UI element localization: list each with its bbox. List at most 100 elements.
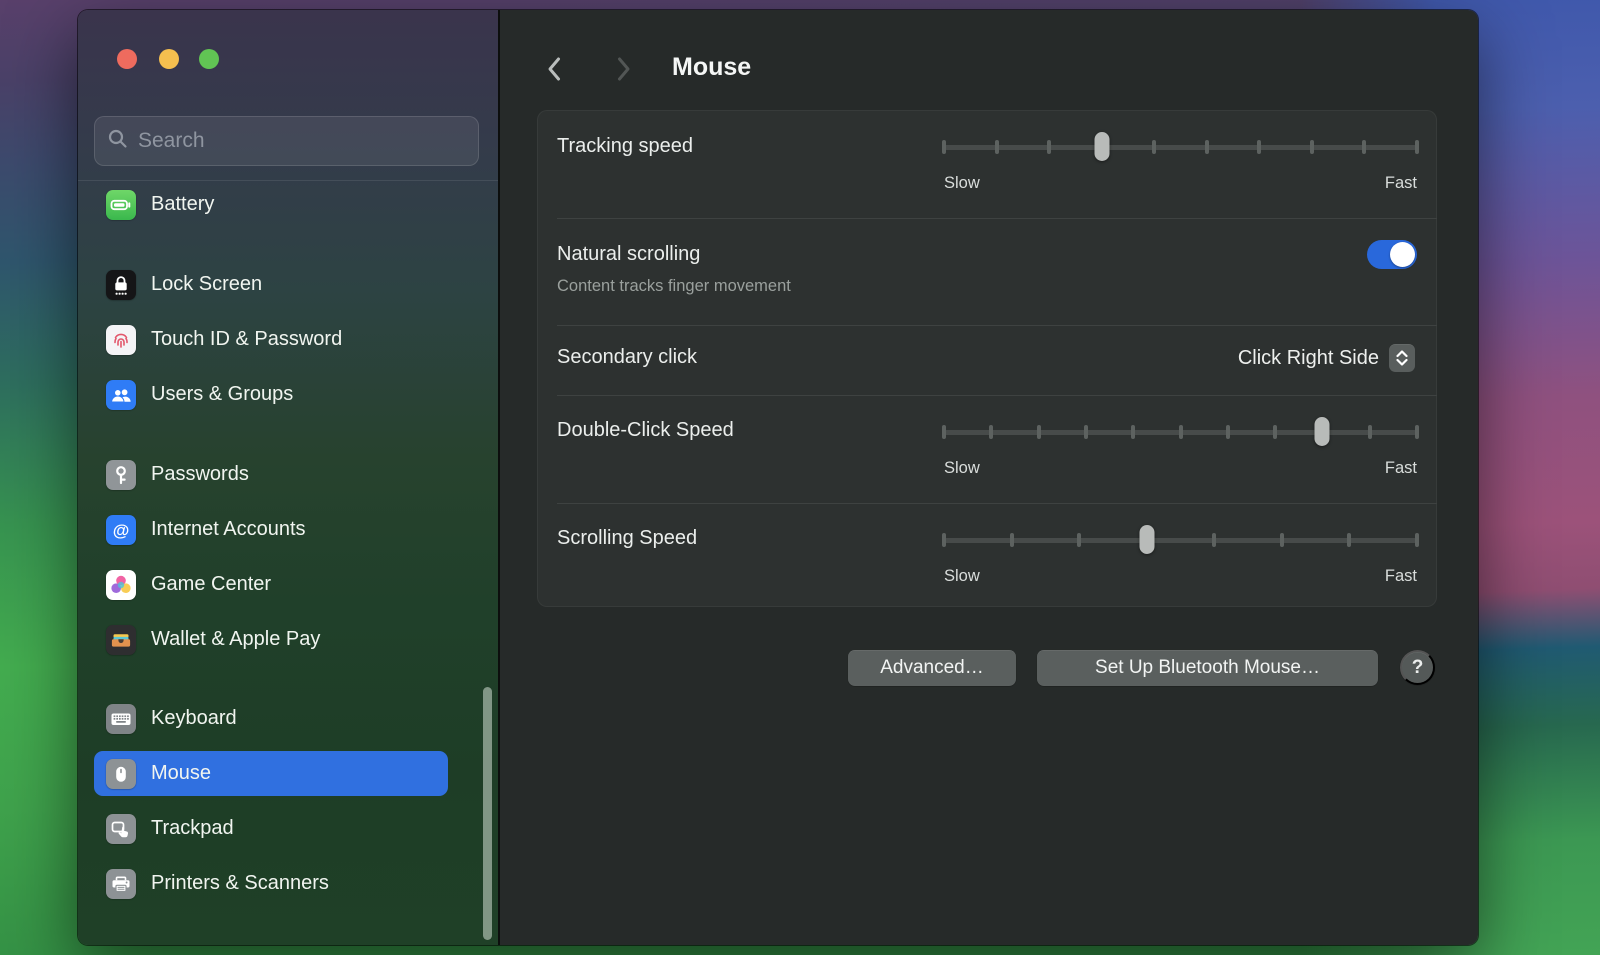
sidebar-item-trackpad[interactable]: Trackpad <box>94 806 448 851</box>
double-click-speed-label: Double-Click Speed <box>557 419 734 442</box>
sidebar-item-game-center[interactable]: Game Center <box>94 562 448 607</box>
fingerprint-icon <box>106 325 136 355</box>
key-icon <box>106 460 136 490</box>
sidebar-item-label: Trackpad <box>151 817 234 840</box>
sidebar-item-label: Battery <box>151 193 214 216</box>
slow-label: Slow <box>944 174 980 193</box>
slider-tick <box>1131 425 1135 439</box>
double-click-speed-slider[interactable] <box>944 417 1417 447</box>
natural-scrolling-label: Natural scrolling <box>557 243 700 266</box>
sidebar-item-lock-screen[interactable]: Lock Screen <box>94 262 448 307</box>
mouse-icon <box>106 759 136 789</box>
fast-label: Fast <box>1385 567 1417 586</box>
row-divider <box>557 218 1437 219</box>
sidebar-scrollbar[interactable] <box>483 687 492 940</box>
slow-label: Slow <box>944 567 980 586</box>
slider-tick <box>1037 425 1041 439</box>
slider-tick <box>1212 533 1216 547</box>
sidebar-item-wallet[interactable]: Wallet & Apple Pay <box>94 617 448 662</box>
row-divider <box>557 503 1437 504</box>
back-button[interactable] <box>542 54 566 84</box>
slider-tick <box>1226 425 1230 439</box>
search-field[interactable] <box>94 116 479 166</box>
game-center-bubbles-icon <box>106 570 136 600</box>
slider-tick <box>1310 140 1314 154</box>
sidebar-item-keyboard[interactable]: Keyboard <box>94 696 448 741</box>
chevron-left-icon <box>546 55 562 83</box>
sidebar: Battery Lock Screen <box>78 10 498 945</box>
desktop: Battery Lock Screen <box>0 0 1600 955</box>
advanced-button[interactable]: Advanced… <box>848 650 1016 686</box>
sidebar-item-mouse[interactable]: Mouse <box>94 751 448 796</box>
slider-tick <box>1415 140 1419 154</box>
zoom-button[interactable] <box>199 49 219 69</box>
toggle-knob <box>1390 242 1415 267</box>
setup-bluetooth-mouse-button[interactable]: Set Up Bluetooth Mouse… <box>1037 650 1378 686</box>
sidebar-item-battery[interactable]: Battery <box>94 182 448 227</box>
help-button[interactable]: ? <box>1400 650 1435 685</box>
sidebar-item-users-groups[interactable]: Users & Groups <box>94 372 448 417</box>
system-settings-window: Battery Lock Screen <box>78 10 1478 945</box>
slider-knob[interactable] <box>1315 417 1330 446</box>
close-button[interactable] <box>117 49 137 69</box>
forward-button[interactable] <box>612 54 636 84</box>
sidebar-item-label: Internet Accounts <box>151 518 306 541</box>
main-panel: Mouse Tracking speed Slow Fast Natural s… <box>500 10 1478 945</box>
slider-tick <box>942 425 946 439</box>
mouse-settings-card: Tracking speed Slow Fast Natural scrolli… <box>537 110 1437 607</box>
sidebar-item-label: Wallet & Apple Pay <box>151 628 320 651</box>
slider-tick <box>942 533 946 547</box>
sidebar-item-touch-id[interactable]: Touch ID & Password <box>94 317 448 362</box>
slider-tick <box>1257 140 1261 154</box>
sidebar-item-label: Touch ID & Password <box>151 328 342 351</box>
natural-scrolling-toggle[interactable] <box>1367 240 1417 269</box>
battery-icon <box>106 190 136 220</box>
tracking-speed-minmax: Slow Fast <box>944 174 1417 193</box>
sidebar-item-label: Users & Groups <box>151 383 293 406</box>
sidebar-list-separator <box>78 180 498 181</box>
sidebar-item-printers[interactable]: Printers & Scanners <box>94 861 448 906</box>
secondary-click-label: Secondary click <box>557 346 697 369</box>
fast-label: Fast <box>1385 174 1417 193</box>
double-click-speed-minmax: Slow Fast <box>944 459 1417 478</box>
scrolling-speed-slider[interactable] <box>944 525 1417 555</box>
stepper-chevrons-icon <box>1389 344 1415 372</box>
lock-icon <box>106 270 136 300</box>
slider-tick <box>1273 425 1277 439</box>
slider-tick <box>942 140 946 154</box>
trackpad-icon <box>106 814 136 844</box>
slider-tick <box>1415 425 1419 439</box>
fast-label: Fast <box>1385 459 1417 478</box>
slider-tick <box>1280 533 1284 547</box>
secondary-click-dropdown[interactable]: Click Right Side <box>1238 342 1415 374</box>
scrolling-speed-label: Scrolling Speed <box>557 527 697 550</box>
sidebar-item-label: Game Center <box>151 573 271 596</box>
sidebar-item-passwords[interactable]: Passwords <box>94 452 448 497</box>
slider-tick <box>1084 425 1088 439</box>
minimize-button[interactable] <box>159 49 179 69</box>
slider-tick <box>989 425 993 439</box>
slider-tick <box>1047 140 1051 154</box>
page-title: Mouse <box>672 53 751 82</box>
slider-knob[interactable] <box>1094 132 1109 161</box>
svg-text:@: @ <box>113 521 130 540</box>
slider-tick <box>1179 425 1183 439</box>
slider-knob[interactable] <box>1139 525 1154 554</box>
wallet-icon <box>106 625 136 655</box>
slider-tick <box>1368 425 1372 439</box>
sidebar-item-internet-accounts[interactable]: @ Internet Accounts <box>94 507 448 552</box>
row-divider <box>557 395 1437 396</box>
row-divider <box>557 325 1437 326</box>
tracking-speed-label: Tracking speed <box>557 135 693 158</box>
slider-tick <box>1077 533 1081 547</box>
slider-tick <box>1205 140 1209 154</box>
slider-tick <box>1010 533 1014 547</box>
sidebar-item-label: Printers & Scanners <box>151 872 329 895</box>
tracking-speed-slider[interactable] <box>944 132 1417 162</box>
slider-tick <box>1415 533 1419 547</box>
sidebar-item-label: Mouse <box>151 762 211 785</box>
secondary-click-value: Click Right Side <box>1238 347 1379 370</box>
printer-icon <box>106 869 136 899</box>
slider-tick <box>1362 140 1366 154</box>
search-input[interactable] <box>138 129 466 153</box>
